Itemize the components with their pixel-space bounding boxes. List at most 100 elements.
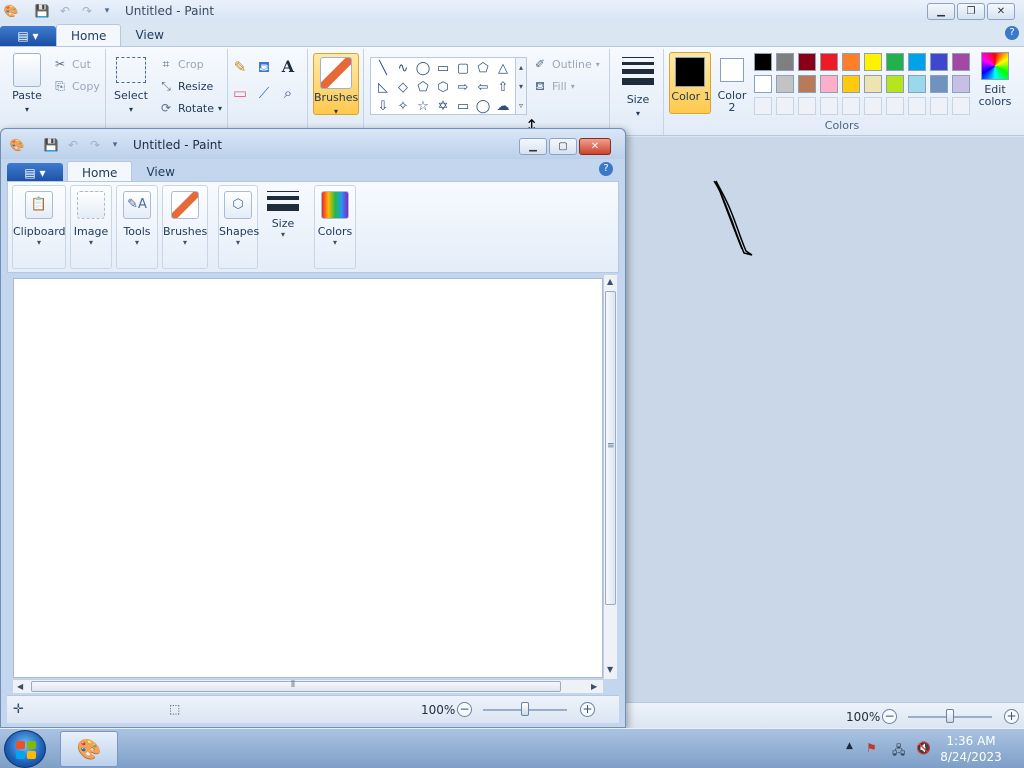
left-arrow-shape-icon[interactable]: ⇦ — [473, 78, 493, 97]
palette-empty-swatch[interactable] — [864, 97, 882, 115]
help-icon[interactable]: ? — [599, 162, 613, 176]
help-icon[interactable]: ? — [1005, 26, 1019, 40]
right-triangle-shape-icon[interactable]: ◺ — [373, 78, 393, 97]
palette-color-swatch[interactable] — [886, 75, 904, 93]
cloud-callout-shape-icon[interactable]: ☁ — [493, 97, 513, 116]
palette-empty-swatch[interactable] — [930, 97, 948, 115]
palette-color-swatch[interactable] — [820, 53, 838, 71]
system-clock[interactable]: 1:36 AM 8/24/2023 — [935, 733, 1007, 765]
horizontal-scroll-thumb[interactable] — [31, 681, 561, 692]
show-hidden-icons-icon[interactable]: ▲ — [846, 741, 853, 751]
zoom-slider-thumb[interactable] — [946, 709, 954, 723]
copy-button[interactable]: ⎘ Copy — [52, 78, 100, 94]
palette-empty-swatch[interactable] — [908, 97, 926, 115]
oval-callout-shape-icon[interactable]: ◯ — [473, 97, 493, 116]
network-icon[interactable]: 🖧 — [892, 741, 905, 762]
clipboard-group-button[interactable]: 📋 Clipboard ▾ — [12, 185, 66, 269]
minimize-button[interactable]: ▁ — [927, 3, 955, 20]
palette-color-swatch[interactable] — [930, 75, 948, 93]
palette-empty-swatch[interactable] — [820, 97, 838, 115]
shapes-group-button[interactable]: ⬡ Shapes ▾ — [218, 185, 259, 269]
crop-button[interactable]: ⌗ Crop — [158, 56, 204, 72]
five-point-star-shape-icon[interactable]: ☆ — [413, 97, 433, 116]
customize-toolbar-icon[interactable]: ▾ — [107, 137, 123, 153]
tab-home[interactable]: Home — [67, 161, 133, 183]
magnifier-icon[interactable]: ⌕ — [280, 85, 296, 101]
zoom-out-button[interactable]: − — [882, 709, 897, 724]
palette-empty-swatch[interactable] — [776, 97, 794, 115]
maximize-button[interactable]: ▢ — [549, 138, 577, 155]
fill-bucket-icon[interactable]: ⛾ — [256, 59, 272, 75]
customize-toolbar-icon[interactable]: ▾ — [99, 3, 115, 19]
size-button[interactable]: Size ▾ — [618, 53, 658, 119]
palette-color-swatch[interactable] — [952, 75, 970, 93]
right-arrow-shape-icon[interactable]: ⇨ — [453, 78, 473, 97]
tab-home[interactable]: Home — [56, 24, 122, 46]
rotate-button[interactable]: ⟳ Rotate ▾ — [158, 100, 222, 116]
diamond-shape-icon[interactable]: ◇ — [393, 78, 413, 97]
palette-color-swatch[interactable] — [886, 53, 904, 71]
palette-color-swatch[interactable] — [908, 75, 926, 93]
pentagon-shape-icon[interactable]: ⬠ — [413, 78, 433, 97]
image-group-button[interactable]: Image ▾ — [70, 185, 112, 269]
palette-color-swatch[interactable] — [820, 75, 838, 93]
redo-icon[interactable]: ↷ — [87, 137, 103, 153]
rectangle-shape-icon[interactable]: ▭ — [433, 59, 453, 78]
scroll-right-icon[interactable]: ▶ — [591, 682, 597, 691]
hexagon-shape-icon[interactable]: ⬡ — [433, 78, 453, 97]
shapes-scroll[interactable]: ▴ ▾ ▿ — [515, 57, 527, 115]
line-shape-icon[interactable]: ╲ — [373, 59, 393, 78]
palette-color-swatch[interactable] — [776, 75, 794, 93]
palette-color-swatch[interactable] — [908, 53, 926, 71]
paint-app-icon[interactable]: 🎨 — [9, 137, 25, 153]
minimize-button[interactable]: ▁ — [519, 138, 547, 155]
paint-menu-button[interactable]: ▤ ▾ — [0, 26, 56, 46]
undo-icon[interactable]: ↶ — [65, 137, 81, 153]
size-group-button[interactable]: Size ▾ — [262, 185, 304, 269]
start-button[interactable] — [4, 730, 46, 768]
tools-group-button[interactable]: ✎A Tools ▾ — [116, 185, 158, 269]
brushes-button[interactable]: Brushes ▾ — [313, 53, 359, 116]
six-point-star-shape-icon[interactable]: ✡ — [433, 97, 453, 116]
paint-app-icon[interactable]: 🎨 — [3, 3, 19, 19]
colors-group-button[interactable]: Colors ▾ — [314, 185, 356, 269]
paint-menu-button[interactable]: ▤ ▾ — [7, 163, 63, 183]
palette-empty-swatch[interactable] — [842, 97, 860, 115]
shapes-gallery[interactable]: ╲ ∿ ◯ ▭ ▢ ⬠ △ ◺ ◇ ⬠ ⬡ ⇨ ⇦ ⇧ ⇩ ✧ ☆ ✡ ▭ ◯ ☁ — [370, 57, 526, 115]
tab-view[interactable]: View — [132, 161, 188, 183]
vertical-scrollbar[interactable]: ▲ ≡ ▼ — [603, 275, 617, 679]
volume-muted-icon[interactable]: 🔇 — [916, 741, 931, 755]
action-center-flag-icon[interactable]: ⚑ — [866, 741, 877, 755]
palette-color-swatch[interactable] — [864, 75, 882, 93]
text-tool-icon[interactable]: A — [280, 59, 296, 75]
four-point-star-shape-icon[interactable]: ✧ — [393, 97, 413, 116]
palette-color-swatch[interactable] — [842, 75, 860, 93]
up-arrow-shape-icon[interactable]: ⇧ — [493, 78, 513, 97]
scroll-down-icon[interactable]: ▼ — [607, 665, 613, 674]
save-icon[interactable]: 💾 — [34, 3, 50, 19]
select-button[interactable]: Select ▾ — [112, 57, 150, 115]
background-canvas-area[interactable] — [626, 137, 1024, 702]
pencil-icon[interactable]: ✎ — [232, 59, 248, 75]
drawing-canvas[interactable] — [13, 278, 603, 678]
foreground-title-bar[interactable]: 🎨 💾 ↶ ↷ ▾ Untitled - Paint ▁ ▢ ✕ — [1, 129, 625, 159]
resize-button[interactable]: ⤡ Resize — [158, 78, 213, 94]
palette-color-swatch[interactable] — [776, 53, 794, 71]
tab-view[interactable]: View — [121, 24, 177, 46]
cut-button[interactable]: ✂ Cut — [52, 56, 91, 72]
rounded-rectangle-shape-icon[interactable]: ▢ — [453, 59, 473, 78]
redo-icon[interactable]: ↷ — [79, 3, 95, 19]
oval-shape-icon[interactable]: ◯ — [413, 59, 433, 78]
palette-empty-swatch[interactable] — [754, 97, 772, 115]
down-arrow-shape-icon[interactable]: ⇩ — [373, 97, 393, 116]
palette-color-swatch[interactable] — [754, 75, 772, 93]
palette-color-swatch[interactable] — [952, 53, 970, 71]
paste-button[interactable]: Paste ▾ — [8, 53, 46, 115]
outline-button[interactable]: ✐ Outline ▾ — [532, 56, 600, 72]
scroll-left-icon[interactable]: ◀ — [17, 682, 23, 691]
curve-shape-icon[interactable]: ∿ — [393, 59, 413, 78]
brushes-group-button[interactable]: Brushes ▾ — [162, 185, 208, 269]
triangle-shape-icon[interactable]: △ — [493, 59, 513, 78]
eraser-icon[interactable]: ▭ — [232, 85, 248, 101]
scroll-up-icon[interactable]: ▲ — [607, 277, 613, 286]
